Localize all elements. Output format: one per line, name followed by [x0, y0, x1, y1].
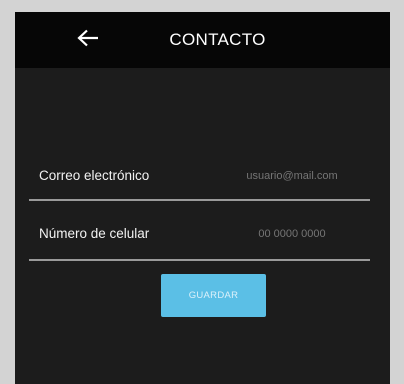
contact-screen: CONTACTO Correo electrónico Número de ce… [15, 12, 390, 384]
phone-field[interactable] [212, 224, 372, 244]
email-label: Correo electrónico [39, 168, 150, 183]
email-field[interactable] [212, 166, 372, 186]
phone-row: Número de celular [37, 220, 372, 248]
page-title: CONTACTO [169, 30, 266, 49]
divider [29, 199, 370, 201]
app-bar: CONTACTO [15, 12, 390, 68]
phone-label: Número de celular [39, 226, 150, 241]
divider [29, 259, 370, 261]
email-row: Correo electrónico [37, 162, 372, 190]
save-button[interactable]: GUARDAR [161, 274, 266, 317]
